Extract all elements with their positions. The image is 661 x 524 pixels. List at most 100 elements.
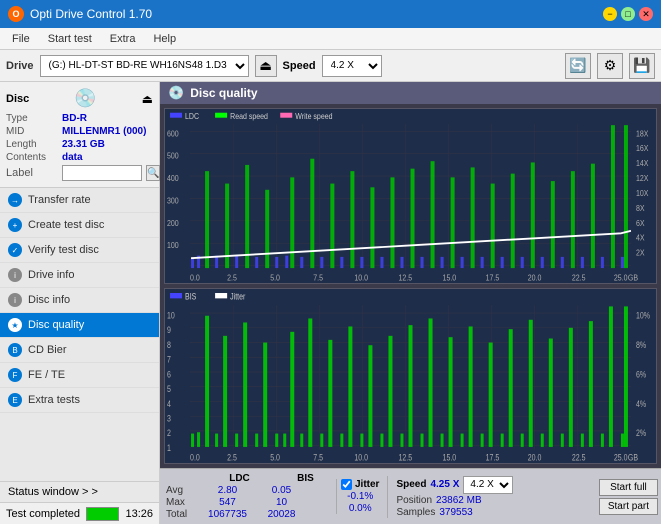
- svg-text:9: 9: [167, 325, 171, 335]
- svg-text:0.0: 0.0: [190, 452, 200, 462]
- sidebar-item-transfer-rate[interactable]: → Transfer rate: [0, 188, 159, 213]
- svg-text:5.0: 5.0: [270, 452, 280, 462]
- position-label: Position: [396, 495, 432, 506]
- nav-icon-transfer-rate: →: [8, 193, 22, 207]
- svg-text:25.0: 25.0: [614, 452, 628, 462]
- start-part-button[interactable]: Start part: [599, 498, 658, 515]
- sidebar-item-disc-info[interactable]: i Disc info: [0, 288, 159, 313]
- disc-length-row: Length 23.31 GB: [6, 139, 153, 150]
- bis-header: BIS: [283, 473, 328, 484]
- nav-icon-disc-quality: ★: [8, 318, 22, 332]
- svg-text:2%: 2%: [636, 428, 647, 438]
- speed-stat-select[interactable]: 4.2 X: [463, 476, 513, 494]
- svg-text:600: 600: [167, 129, 179, 139]
- sidebar-item-extra-tests[interactable]: E Extra tests: [0, 388, 159, 413]
- nav-icon-cd-bier: B: [8, 343, 22, 357]
- menu-file[interactable]: File: [4, 31, 38, 47]
- disc-length-value: 23.31 GB: [62, 139, 105, 150]
- disc-panel: Disc 💿 ⏏ Type BD-R MID MILLENMR1 (000) L…: [0, 82, 159, 188]
- max-bis-value: 10: [259, 497, 304, 508]
- speed-label: Speed: [283, 60, 316, 72]
- nav-label-disc-quality: Disc quality: [28, 319, 84, 331]
- disc-contents-row: Contents data: [6, 152, 153, 163]
- jitter-checkbox[interactable]: [341, 479, 352, 490]
- svg-text:18X: 18X: [636, 129, 649, 139]
- svg-text:2X: 2X: [636, 248, 645, 258]
- max-label: Max: [166, 497, 196, 508]
- sidebar-item-drive-info[interactable]: i Drive info: [0, 263, 159, 288]
- disc-label-button[interactable]: 🔍: [146, 165, 160, 181]
- svg-text:4: 4: [167, 399, 171, 409]
- svg-text:1: 1: [167, 443, 171, 453]
- menu-extra[interactable]: Extra: [102, 31, 144, 47]
- svg-text:GB: GB: [628, 452, 639, 462]
- main-layout: Disc 💿 ⏏ Type BD-R MID MILLENMR1 (000) L…: [0, 82, 661, 524]
- sidebar-item-cd-bier[interactable]: B CD Bier: [0, 338, 159, 363]
- max-ldc-value: 547: [200, 497, 255, 508]
- bottom-chart-svg: BIS Jitter 10 9 8 7 6 5 4 3 2 1 10%: [165, 289, 656, 463]
- content-area: 💿 Disc quality LDC Read speed Write spee…: [160, 82, 661, 524]
- status-window-button[interactable]: Status window > >: [0, 481, 159, 502]
- position-value: 23862 MB: [436, 495, 482, 506]
- disc-quality-header: 💿 Disc quality: [160, 82, 661, 104]
- disc-label-input[interactable]: [62, 165, 142, 181]
- disc-mid-label: MID: [6, 126, 58, 137]
- title-bar-controls: − □ ✕: [603, 7, 653, 21]
- save-button[interactable]: 💾: [629, 53, 655, 79]
- disc-length-label: Length: [6, 139, 58, 150]
- nav-label-verify-test-disc: Verify test disc: [28, 244, 99, 256]
- svg-text:10.0: 10.0: [354, 452, 368, 462]
- sidebar-item-disc-quality[interactable]: ★ Disc quality: [0, 313, 159, 338]
- svg-text:10%: 10%: [636, 311, 651, 321]
- nav-label-drive-info: Drive info: [28, 269, 74, 281]
- svg-text:3: 3: [167, 414, 171, 424]
- sidebar-item-create-test-disc[interactable]: + Create test disc: [0, 213, 159, 238]
- svg-text:12.5: 12.5: [398, 452, 412, 462]
- svg-text:10X: 10X: [636, 188, 649, 198]
- svg-text:8: 8: [167, 340, 171, 350]
- ldc-header: LDC: [212, 473, 267, 484]
- eject-button[interactable]: ⏏: [255, 55, 277, 77]
- app-title: Opti Drive Control 1.70: [30, 7, 152, 21]
- minimize-button[interactable]: −: [603, 7, 617, 21]
- disc-icon: 💿: [74, 88, 96, 109]
- action-buttons: Start full Start part: [596, 469, 661, 524]
- disc-contents-value: data: [62, 152, 83, 163]
- settings-button[interactable]: ⚙: [597, 53, 623, 79]
- svg-text:22.5: 22.5: [572, 273, 586, 283]
- nav-label-disc-info: Disc info: [28, 294, 70, 306]
- nav-items: → Transfer rate + Create test disc ✓ Ver…: [0, 188, 159, 481]
- svg-text:17.5: 17.5: [486, 273, 500, 283]
- maximize-button[interactable]: □: [621, 7, 635, 21]
- svg-text:100: 100: [167, 240, 179, 250]
- speed-position-section: Speed 4.25 X 4.2 X Position 23862 MB Sam…: [387, 476, 513, 518]
- menu-bar: File Start test Extra Help: [0, 28, 661, 50]
- drive-select[interactable]: (G:) HL-DT-ST BD-RE WH16NS48 1.D3: [40, 55, 249, 77]
- disc-type-label: Type: [6, 113, 58, 124]
- start-full-button[interactable]: Start full: [599, 479, 658, 496]
- close-button[interactable]: ✕: [639, 7, 653, 21]
- sidebar-item-verify-test-disc[interactable]: ✓ Verify test disc: [0, 238, 159, 263]
- ldc-bis-stats: LDC BIS Avg 2.80 0.05 Max 547 10 Total: [166, 473, 328, 520]
- svg-text:16X: 16X: [636, 144, 649, 154]
- svg-text:15.0: 15.0: [443, 273, 457, 283]
- status-window-label: Status window > >: [8, 486, 98, 498]
- sidebar-item-fe-te[interactable]: F FE / TE: [0, 363, 159, 388]
- top-chart-svg: LDC Read speed Write speed 600 500 400 3…: [165, 109, 656, 283]
- svg-text:22.5: 22.5: [572, 452, 586, 462]
- svg-text:Jitter: Jitter: [230, 292, 245, 302]
- menu-start-test[interactable]: Start test: [40, 31, 100, 47]
- refresh-button[interactable]: 🔄: [565, 53, 591, 79]
- speed-stat-header: Speed: [396, 479, 426, 490]
- svg-text:7: 7: [167, 355, 171, 365]
- title-bar-left: O Opti Drive Control 1.70: [8, 6, 152, 22]
- total-bis-value: 20028: [259, 509, 304, 520]
- nav-label-fe-te: FE / TE: [28, 369, 65, 381]
- progress-bar-fill: [87, 508, 118, 520]
- top-chart: LDC Read speed Write speed 600 500 400 3…: [164, 108, 657, 284]
- disc-label-label: Label: [6, 167, 58, 179]
- speed-select[interactable]: 4.2 X: [322, 55, 382, 77]
- menu-help[interactable]: Help: [145, 31, 184, 47]
- avg-ldc-value: 2.80: [200, 485, 255, 496]
- disc-quality-icon: 💿: [168, 85, 184, 101]
